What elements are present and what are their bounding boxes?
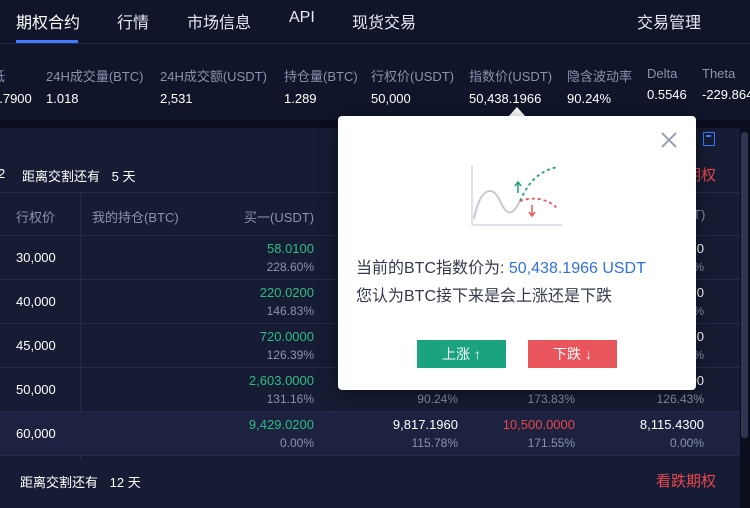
col4-price[interactable]: 10,500.0000 — [503, 417, 575, 432]
stat-label: 低 — [0, 66, 32, 85]
stat-label: Theta — [702, 66, 736, 81]
expiry-group-header: 距离交割还有 12 天 看跌期权 — [0, 462, 740, 498]
stat-theta: Theta -229.864 — [702, 66, 750, 102]
col4-pct: 173.83% — [527, 392, 575, 406]
stat-delta: Delta 0.5546 — [647, 66, 687, 102]
expiry-countdown: 距离交割还有 5 天 — [22, 166, 135, 185]
stat-low: 低 1.7900 — [0, 66, 32, 106]
current-index-prefix: 当前的BTC指数价为: — [356, 260, 509, 277]
bid-iv: 131.16% — [266, 392, 314, 406]
header-strike: 行权价 — [16, 210, 56, 225]
expiry-countdown-label: 距离交割还有 — [22, 169, 101, 184]
stat-value: 0.5546 — [647, 87, 687, 102]
bid-price[interactable]: 720.0000 — [260, 329, 314, 344]
col5-price[interactable]: 0 — [697, 241, 704, 256]
bid-iv: 228.60% — [266, 260, 314, 274]
stat-index-price: 指数价(USDT) 50,438.1966 — [469, 66, 552, 106]
stat-label: 24H成交量(BTC) — [46, 69, 144, 84]
col5-price[interactable]: 0 — [697, 285, 704, 300]
stat-label: Delta — [647, 66, 678, 81]
col4-pct: 171.55% — [527, 436, 575, 450]
expiry-countdown-label: 距离交割还有 — [20, 475, 99, 490]
strike-price: 30,000 — [16, 250, 56, 265]
stat-label: 持仓量(BTC) — [284, 69, 358, 84]
stat-value: 2,531 — [160, 91, 193, 106]
strike-price: 45,000 — [16, 338, 56, 353]
prediction-popup: 当前的BTC指数价为: 50,438.1966 USDT 您认为BTC接下来是会… — [338, 116, 696, 390]
bid-price[interactable]: 58.0100 — [267, 241, 314, 256]
col5-pct: 126.43% — [656, 392, 704, 406]
stat-label: 行权价(USDT) — [371, 69, 455, 84]
col3-pct: 115.78% — [411, 436, 458, 450]
bid-price[interactable]: 2,603.0000 — [249, 373, 314, 388]
bid-iv: 146.83% — [266, 304, 314, 318]
current-index-text: 当前的BTC指数价为: 50,438.1966 USDT — [356, 254, 646, 278]
expiry-countdown-days: 12 天 — [109, 475, 141, 490]
stat-label: 隐含波动率 — [567, 69, 633, 84]
prediction-question: 您认为BTC接下来是会上涨还是下跌 — [356, 288, 613, 305]
col3-pct: 90.24% — [417, 392, 458, 406]
header-bid: 买一(USDT) — [244, 210, 315, 225]
expiry-index: 2 — [0, 166, 6, 181]
strike-price: 60,000 — [16, 426, 56, 441]
expiry-countdown-days: 5 天 — [111, 169, 136, 184]
bid-iv: 126.39% — [266, 348, 314, 362]
header-my-position: 我的持仓(BTC) — [92, 210, 179, 225]
active-tab-indicator — [16, 40, 78, 43]
bid-iv: 0.00% — [279, 436, 314, 450]
price-trend-illustration-icon — [471, 165, 562, 226]
strike-price: 40,000 — [16, 294, 56, 309]
put-options-link[interactable]: 看跌期权 — [656, 470, 716, 491]
col5-price[interactable]: 8,115.4300 — [640, 417, 704, 432]
nav-item-api[interactable]: API — [289, 9, 315, 27]
stat-value: -229.864 — [702, 87, 750, 102]
bid-price[interactable]: 220.0200 — [260, 285, 314, 300]
stat-implied-volatility: 隐含波动率 90.24% — [567, 66, 632, 106]
ticker-stats-bar: 低 1.7900 24H成交量(BTC) 1.018 24H成交额(USDT) … — [0, 44, 750, 120]
nav-item-spot-trading[interactable]: 现货交易 — [352, 9, 416, 33]
expiry-countdown: 距离交割还有 12 天 — [20, 472, 141, 491]
nav-item-market[interactable]: 行情 — [117, 9, 149, 33]
bid-price[interactable]: 9,429.0200 — [249, 417, 314, 432]
close-icon[interactable] — [660, 131, 678, 149]
document-icon[interactable] — [703, 132, 715, 146]
stat-strike-price: 行权价(USDT) 50,000 — [371, 66, 454, 106]
col5-pct: 0.00% — [669, 436, 704, 450]
predict-up-button[interactable]: 上涨 ↑ — [417, 340, 506, 368]
strike-price: 50,000 — [16, 382, 56, 397]
top-navigation: 期权合约 行情 市场信息 API 现货交易 交易管理 — [0, 0, 750, 44]
current-index-value: 50,438.1966 USDT — [508, 260, 646, 277]
nav-item-options-contract[interactable]: 期权合约 — [16, 9, 80, 33]
stat-value: 50,438.1966 — [469, 91, 542, 106]
stat-24h-turnover: 24H成交额(USDT) 2,531 — [160, 66, 267, 106]
stat-value: 90.24% — [567, 91, 612, 106]
stat-value: 1.018 — [46, 91, 79, 106]
stat-24h-volume: 24H成交量(BTC) 1.018 — [46, 66, 144, 106]
predict-down-button[interactable]: 下跌 ↓ — [528, 340, 617, 368]
stat-label: 指数价(USDT) — [469, 69, 553, 84]
col5-price[interactable]: 0 — [697, 329, 704, 344]
nav-item-market-info[interactable]: 市场信息 — [187, 9, 251, 33]
stat-value: 1.289 — [284, 91, 317, 106]
stat-value: 50,000 — [371, 91, 411, 106]
col3-price[interactable]: 9,817.1960 — [393, 417, 458, 432]
nav-item-trade-management[interactable]: 交易管理 — [637, 9, 701, 33]
stat-value: 1.7900 — [0, 91, 32, 106]
stat-label: 24H成交额(USDT) — [160, 69, 267, 84]
table-row-current[interactable]: 60,000 9,429.0200 0.00% 9,817.1960 115.7… — [0, 412, 740, 456]
scrollbar-thumb[interactable] — [741, 132, 748, 438]
stat-open-interest: 持仓量(BTC) 1.289 — [284, 66, 358, 106]
